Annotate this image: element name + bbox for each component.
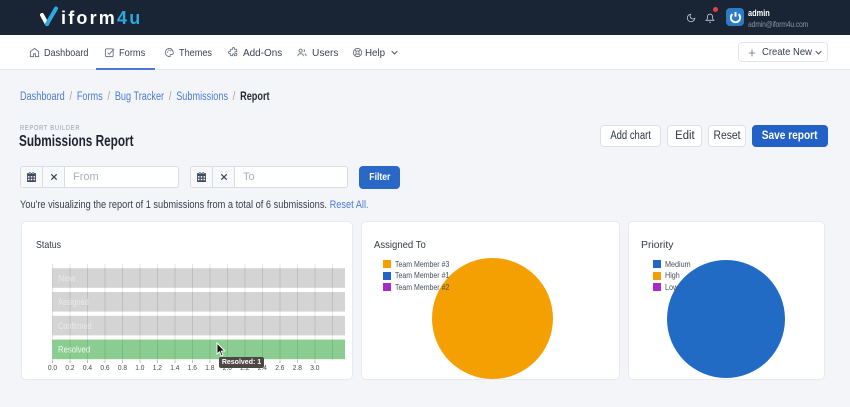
svg-text:3.0: 3.0 [310,363,319,372]
svg-text:1.0: 1.0 [135,363,144,372]
svg-text:Assigned: Assigned [58,297,89,307]
svg-text:0.8: 0.8 [118,363,127,372]
svg-text:1.2: 1.2 [153,363,162,372]
svg-text:Confirmed: Confirmed [58,321,92,331]
svg-text:Resolved: Resolved [58,345,90,355]
svg-text:0.2: 0.2 [65,363,74,372]
svg-text:2.6: 2.6 [275,363,284,372]
svg-text:0.4: 0.4 [83,363,92,372]
svg-text:0.0: 0.0 [48,363,57,372]
svg-text:1.4: 1.4 [170,363,179,372]
svg-text:1.6: 1.6 [188,363,197,372]
svg-text:1.8: 1.8 [205,363,214,372]
svg-text:0.6: 0.6 [100,363,109,372]
svg-text:2.8: 2.8 [293,363,302,372]
svg-text:New: New [58,273,76,283]
